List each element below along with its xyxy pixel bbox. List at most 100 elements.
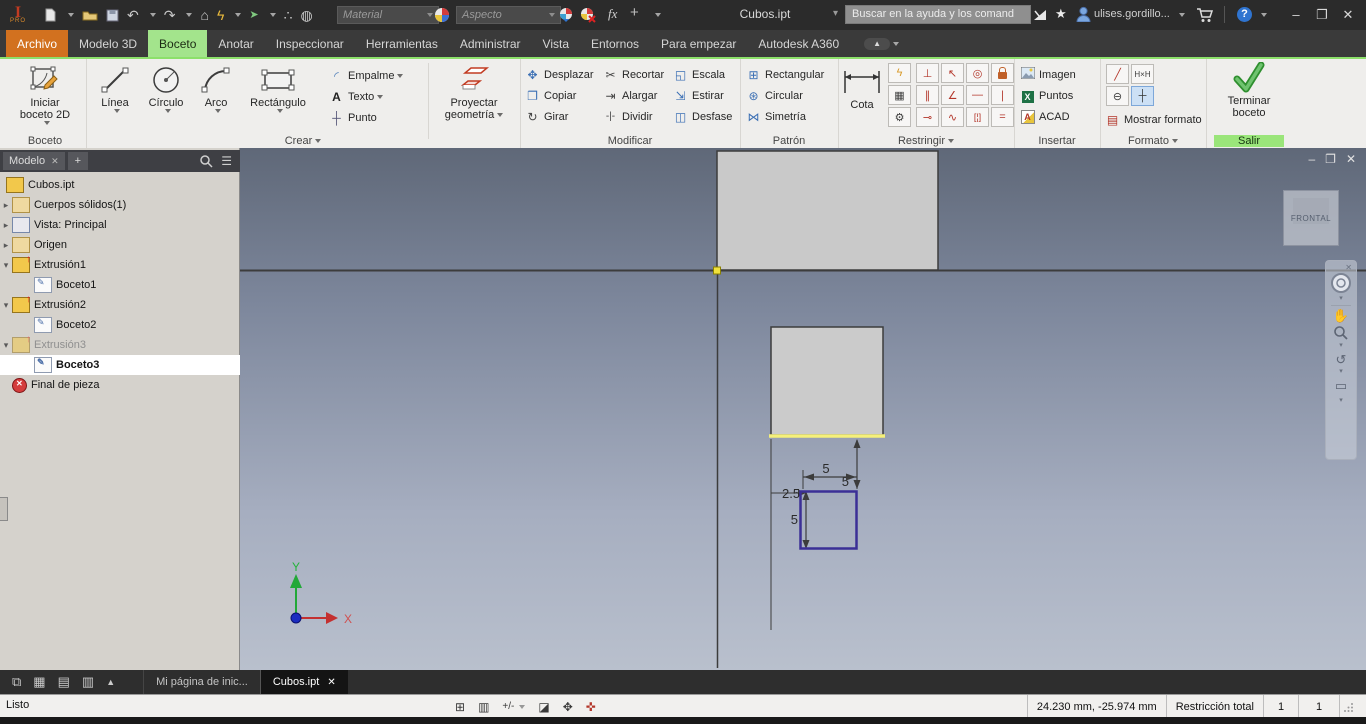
tab-administrar[interactable]: Administrar — [449, 30, 532, 57]
panel-label-crear[interactable]: Crear — [86, 135, 520, 147]
panel-label-restringir[interactable]: Restringir — [838, 135, 1014, 147]
doc-minimize-button[interactable]: – — [1308, 152, 1315, 166]
tile-windows-icon[interactable]: ▦ — [27, 670, 51, 694]
mostrar-formato-button[interactable]: ▤ Mostrar formato — [1104, 109, 1202, 130]
favorites-star-icon[interactable]: ★ — [1055, 6, 1067, 22]
dimension-width[interactable]: 5 — [822, 461, 829, 476]
tab-modelo-3d[interactable]: Modelo 3D — [68, 30, 148, 57]
material-dropdown[interactable]: Material — [337, 6, 439, 24]
texto-button[interactable]: A Texto — [328, 86, 403, 107]
qat-customize-caret-icon[interactable] — [655, 13, 661, 17]
window-close-button[interactable]: ✕ — [1338, 7, 1358, 23]
construction-line-button[interactable]: ╱ — [1106, 64, 1129, 84]
tab-boceto[interactable]: Boceto — [148, 30, 208, 57]
chevron-right-icon[interactable]: ▸ — [0, 240, 12, 251]
browser-menu-icon[interactable]: ☰ — [221, 154, 232, 168]
tree-item-view-principal[interactable]: ▸ Vista: Principal — [0, 215, 240, 235]
tab-para-empezar[interactable]: Para empezar — [650, 30, 747, 57]
empalme-button[interactable]: ◜ Empalme — [328, 65, 404, 86]
auto-dimension-button[interactable]: ϟ — [888, 63, 911, 83]
help-caret-icon[interactable] — [1261, 13, 1267, 17]
tree-item-extrusion1[interactable]: ▾Extrusión1 — [0, 254, 240, 275]
chevron-down-icon[interactable]: ▾ — [0, 300, 12, 311]
tangent-point-constraint-button[interactable]: ∠ — [941, 85, 964, 105]
chevron-right-icon[interactable]: ▸ — [0, 220, 12, 231]
tab-entornos[interactable]: Entornos — [580, 30, 650, 57]
color-wheel-icon[interactable] — [434, 7, 450, 23]
doc-tab-home[interactable]: Mi página de inic... — [143, 670, 260, 694]
satellite-dish-icon[interactable] — [1033, 8, 1048, 22]
tab-autodesk-a360[interactable]: Autodesk A360 — [747, 30, 850, 57]
dimension-display-icon[interactable]: +/- — [502, 701, 514, 712]
fix-constraint-button[interactable] — [991, 63, 1014, 83]
cota-button[interactable]: Cota — [840, 65, 884, 111]
tab-vista[interactable]: Vista — [532, 30, 580, 57]
tab-herramientas[interactable]: Herramientas — [355, 30, 449, 57]
center-point-button[interactable]: ┼ — [1131, 86, 1154, 106]
viewcube-face-label[interactable]: FRONTAL — [1291, 214, 1331, 223]
dimension-offset[interactable]: 2.5 — [782, 486, 800, 501]
coincident-constraint-button[interactable]: ↖ — [941, 63, 964, 83]
rectangulo-button[interactable]: Rectángulo — [242, 63, 314, 113]
parallel-constraint-button[interactable]: ∥ — [916, 85, 939, 105]
tile-vertical-icon[interactable]: ▥ — [76, 670, 100, 694]
iniciar-boceto-2d-button[interactable]: Iniciar boceto 2D — [14, 63, 76, 125]
chevron-down-icon[interactable] — [68, 13, 74, 17]
vertical-constraint-button[interactable]: ∣ — [991, 85, 1014, 105]
new-file-icon[interactable] — [44, 8, 57, 22]
navbar-caret-icon[interactable]: ▾ — [1339, 367, 1343, 376]
chevron-down-icon[interactable]: ▾ — [0, 260, 12, 271]
adjust-appearance-icon[interactable] — [558, 7, 574, 23]
chevron-down-icon[interactable] — [235, 13, 242, 17]
help-icon[interactable]: ? — [1237, 7, 1252, 22]
panel-label-formato[interactable]: Formato — [1100, 135, 1206, 147]
doc-restore-button[interactable]: ❐ — [1325, 152, 1336, 166]
browser-search-icon[interactable] — [199, 154, 213, 168]
slice-graphics-icon[interactable]: ◪ — [538, 700, 549, 714]
doc-tab-cubos[interactable]: Cubos.ipt ✕ — [259, 670, 348, 694]
cascade-windows-icon[interactable]: ⧉ — [6, 670, 27, 694]
desplazar-button[interactable]: ✥ Desplazar — [524, 64, 593, 85]
steering-wheel-icon[interactable] — [1330, 272, 1352, 294]
select-cursor-icon[interactable]: ➤ — [249, 0, 258, 30]
acad-button[interactable]: A ACAD — [1019, 106, 1076, 127]
resize-grip[interactable] — [1339, 695, 1358, 718]
ribbon-collapse-button[interactable]: ▲ — [864, 30, 900, 57]
proyectar-geometria-button[interactable]: Proyectar geometría — [436, 63, 512, 121]
undo-icon[interactable]: ↶ — [127, 0, 139, 30]
chevron-down-icon[interactable] — [186, 13, 193, 17]
sketch-rectangle[interactable] — [799, 490, 858, 550]
dimension-height[interactable]: 5 — [791, 512, 798, 527]
tree-item-extrusion3[interactable]: ▾Extrusión3 — [0, 334, 240, 355]
tree-item-extrusion2[interactable]: ▾Extrusión2 — [0, 294, 240, 315]
tab-archivo[interactable]: Archivo — [6, 30, 69, 57]
save-icon[interactable] — [106, 9, 119, 22]
app-logo[interactable]: I PRO — [10, 0, 26, 30]
imagen-button[interactable]: Imagen — [1019, 64, 1076, 85]
dividir-button[interactable]: -|- Dividir — [602, 106, 664, 127]
home-icon[interactable]: ⌂ — [200, 0, 208, 30]
tab-inspeccionar[interactable]: Inspeccionar — [265, 30, 355, 57]
store-cart-icon[interactable] — [1196, 7, 1214, 23]
chevron-down-icon[interactable] — [269, 13, 276, 17]
simetria-button[interactable]: ⋈ Simetría — [745, 106, 824, 127]
tab-close-icon[interactable]: ✕ — [327, 677, 335, 688]
escala-button[interactable]: ◱ Escala — [672, 64, 732, 85]
equal-constraint-button[interactable]: = — [991, 107, 1014, 127]
tree-item-part[interactable]: Cubos.ipt — [0, 175, 240, 195]
open-folder-icon[interactable] — [82, 9, 98, 21]
add-qat-icon[interactable]: + — [630, 4, 639, 21]
smooth-constraint-button[interactable]: ∿ — [941, 107, 964, 127]
patron-rectangular-button[interactable]: ⊞ Rectangular — [745, 64, 824, 85]
browser-tab-modelo[interactable]: Modelo ✕ — [3, 152, 65, 170]
navbar-close-icon[interactable]: ✕ — [1345, 261, 1356, 272]
sketch-vertex-point[interactable] — [713, 266, 721, 275]
iproperties-flash-icon[interactable]: ϟ — [217, 0, 224, 30]
constraint-inference-icon[interactable]: ▥ — [478, 700, 489, 714]
search-input[interactable]: Buscar en la ayuda y los comand — [845, 5, 1031, 24]
window-minimize-button[interactable]: – — [1286, 7, 1306, 22]
horizontal-constraint-button[interactable]: ― — [966, 85, 989, 105]
look-at-icon[interactable]: ▭ — [1335, 378, 1347, 393]
chevron-right-icon[interactable]: ▸ — [0, 200, 12, 211]
user-caret-icon[interactable] — [1179, 13, 1185, 17]
